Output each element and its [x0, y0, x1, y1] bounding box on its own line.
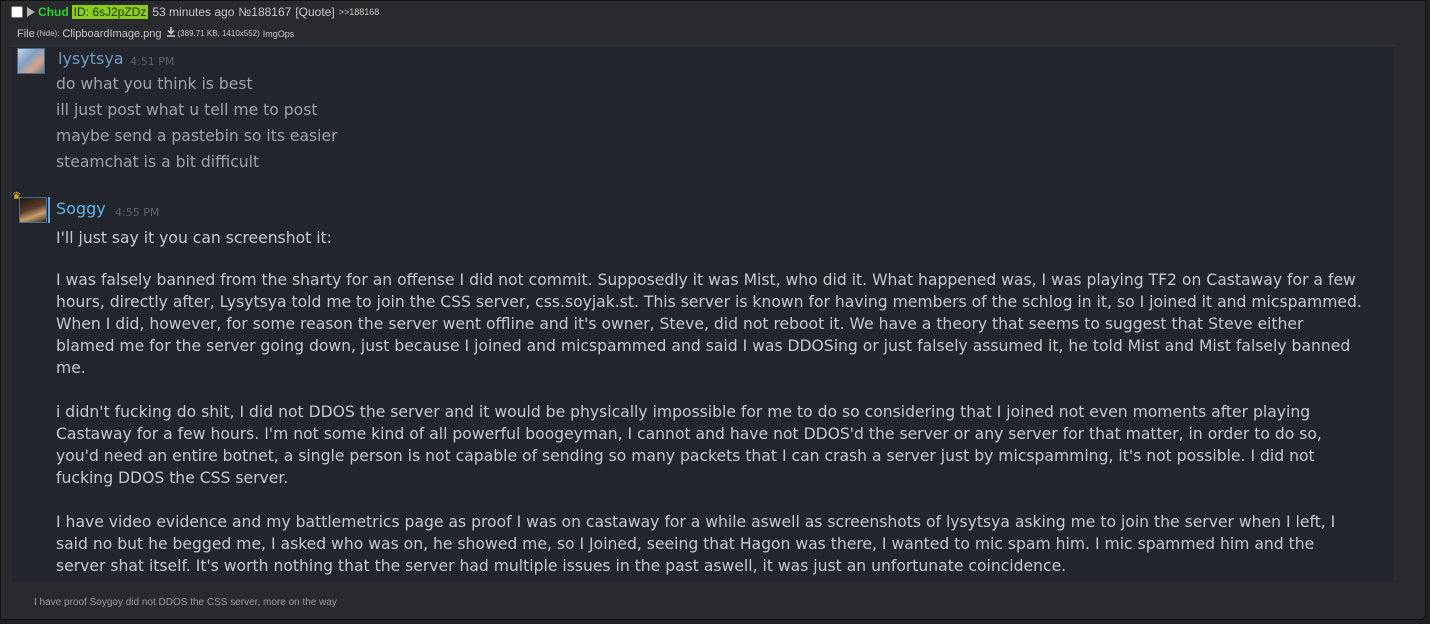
- chat-username: lysytsya: [58, 49, 124, 68]
- post-checkbox[interactable]: [11, 6, 23, 18]
- chat-paragraph: I was falsely banned from the sharty for…: [56, 271, 1362, 377]
- post-menu-triangle-icon[interactable]: [27, 7, 35, 17]
- file-meta: (389.71 KB, 1410x552): [177, 29, 260, 38]
- screenshot-top-border: [12, 45, 1394, 47]
- chat-timestamp: 4:51 PM: [130, 55, 175, 68]
- file-hide-link[interactable]: (hide):: [37, 29, 60, 38]
- attached-screenshot[interactable]: lysytsya 4:51 PM do what you think is be…: [12, 45, 1394, 582]
- chat-paragraph: i didn't fucking do shit, I did not DDOS…: [56, 403, 1322, 487]
- chat-paragraph: I have video evidence and my battlemetri…: [56, 513, 1336, 575]
- chat-line: ill just post what u tell me to post: [56, 101, 318, 119]
- chat-username: Soggy: [56, 199, 106, 218]
- quote-link[interactable]: [Quote]: [295, 5, 334, 19]
- post-time: 53 minutes ago: [152, 5, 235, 19]
- post-body-text: I have proof Soygoy did not DDOS the CSS…: [34, 597, 337, 608]
- reply-backlink[interactable]: >>188168: [339, 7, 380, 17]
- post-number[interactable]: №188167: [238, 5, 291, 19]
- file-label: File: [17, 27, 35, 40]
- file-info: File (hide): ClipboardImage.png (389.71 …: [17, 27, 294, 40]
- chat-line: steamchat is a bit difficult: [56, 153, 260, 171]
- file-name-link[interactable]: ClipboardImage.png: [62, 28, 161, 40]
- poster-name: Chud: [38, 5, 69, 19]
- download-icon[interactable]: [166, 27, 176, 40]
- chat-line: do what you think is best: [56, 75, 253, 93]
- chat-line: maybe send a pastebin so its easier: [56, 127, 338, 145]
- post-container: Chud ID: 6sJ2pZDz 53 minutes ago №188167…: [0, 0, 1426, 620]
- avatar-soggy: [19, 197, 47, 223]
- online-status-bar: [48, 197, 50, 223]
- chat-timestamp: 4:55 PM: [115, 206, 160, 219]
- poster-id[interactable]: ID: 6sJ2pZDz: [71, 5, 149, 19]
- avatar-lysytsya: [17, 48, 45, 74]
- chat-paragraph: I'll just say it you can screenshot it:: [56, 229, 332, 247]
- imgops-link[interactable]: ImgOps: [263, 29, 295, 39]
- post-intro: Chud ID: 6sJ2pZDz 53 minutes ago №188167…: [11, 3, 379, 21]
